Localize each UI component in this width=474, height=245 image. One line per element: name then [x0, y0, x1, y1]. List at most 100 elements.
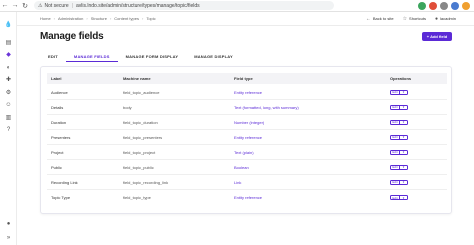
- chevron-down-icon[interactable]: ▾: [400, 179, 408, 185]
- star-icon: ☆: [402, 15, 408, 22]
- edit-button[interactable]: Edit: [390, 179, 400, 185]
- chevron-down-icon[interactable]: ▾: [400, 149, 408, 155]
- machine-name: field_topic_audience: [123, 89, 160, 95]
- table-row: Recording Link field_topic_recording_lin…: [47, 175, 447, 190]
- field-label: Duration: [51, 119, 67, 125]
- field-type-link[interactable]: Text (formatted, long, with summary): [234, 105, 299, 110]
- field-type-link[interactable]: Entity reference: [234, 135, 262, 140]
- field-label: Details: [51, 104, 64, 110]
- reload-icon[interactable]: ↻: [20, 1, 30, 11]
- tab-edit[interactable]: EDIT: [40, 51, 66, 62]
- breadcrumb-item[interactable]: Content types: [114, 16, 139, 21]
- operations: Edit ▾: [390, 89, 408, 95]
- field-type-link[interactable]: Number (integer): [234, 120, 264, 125]
- table-row: Duration field_topic_duration Number (in…: [47, 115, 447, 130]
- header-operations: Operations: [390, 76, 412, 81]
- config-icon[interactable]: ⚙: [5, 89, 12, 96]
- breadcrumb-item[interactable]: Home: [40, 16, 51, 21]
- people-icon[interactable]: ☺: [5, 101, 12, 108]
- extension-icon[interactable]: [440, 1, 448, 10]
- content-icon[interactable]: ▤: [5, 39, 12, 46]
- structure-icon[interactable]: ◆: [5, 51, 12, 58]
- table-row: Project field_topic_project Text (plain)…: [47, 145, 447, 160]
- chevron-down-icon[interactable]: ▾: [400, 104, 408, 110]
- breadcrumb-item[interactable]: Structure: [91, 16, 107, 21]
- table-row: Audience field_topic_audience Entity ref…: [47, 85, 447, 100]
- admin-sidebar: 💧 ▤ ◆ ◐ ✚ ⚙ ☺ ▥ ? ● »: [0, 12, 17, 245]
- profile-avatar[interactable]: [462, 1, 470, 10]
- shortcuts-link[interactable]: ☆ Shortcuts: [403, 16, 426, 22]
- header-field-type: Field type: [234, 76, 253, 81]
- edit-button[interactable]: Edit: [390, 104, 400, 110]
- edit-button[interactable]: Edit: [390, 119, 400, 125]
- forward-arrow-icon[interactable]: →: [10, 1, 20, 11]
- extension-icon[interactable]: [418, 1, 426, 10]
- table-row: Topic Type field_topic_type Entity refer…: [47, 190, 447, 205]
- breadcrumb-item[interactable]: Topic: [146, 16, 155, 21]
- collapse-icon[interactable]: »: [5, 234, 12, 241]
- chevron-down-icon[interactable]: ▾: [400, 134, 408, 140]
- appearance-icon[interactable]: ◐: [5, 64, 12, 71]
- edit-button[interactable]: Edit: [390, 89, 400, 95]
- drupal-logo-icon[interactable]: 💧: [5, 21, 12, 28]
- operations: Edit ▾: [390, 104, 408, 110]
- table-row: Presenters field_topic_presenters Entity…: [47, 130, 447, 145]
- admin-topbar: Home › Administration › Structure › Cont…: [17, 12, 474, 26]
- security-label: Not secure: [44, 2, 69, 9]
- tab-manage-fields[interactable]: MANAGE FIELDS: [65, 51, 118, 62]
- edit-button[interactable]: Edit: [390, 164, 400, 170]
- edit-button[interactable]: Edit: [390, 134, 400, 140]
- chevron-down-icon[interactable]: ▾: [400, 89, 408, 95]
- shortcuts-label: Shortcuts: [409, 16, 426, 21]
- back-to-site-link[interactable]: ← Back to site: [366, 16, 394, 22]
- breadcrumb-divider: ›: [141, 16, 144, 21]
- chevron-down-icon[interactable]: ▾: [400, 195, 408, 200]
- machine-name: field_topic_presenters: [123, 134, 163, 140]
- back-to-site-label: Back to site: [372, 16, 394, 21]
- chevron-down-icon[interactable]: ▾: [400, 119, 408, 125]
- chevron-down-icon[interactable]: ▾: [400, 164, 408, 170]
- extension-icon[interactable]: [451, 1, 459, 10]
- field-type-link[interactable]: Entity reference: [234, 195, 262, 200]
- edit-button[interactable]: Edit: [390, 149, 400, 155]
- user-icon: ●: [434, 15, 438, 22]
- operations: Edit ▾: [390, 164, 408, 170]
- breadcrumb-divider: ›: [53, 16, 56, 21]
- user-icon[interactable]: ●: [5, 220, 12, 227]
- tabs: EDIT MANAGE FIELDS MANAGE FORM DISPLAY M…: [40, 51, 241, 62]
- table-row: Public field_topic_public Boolean Edit ▾: [47, 160, 447, 175]
- address-divider: |: [71, 2, 73, 9]
- reports-icon[interactable]: ▥: [5, 114, 12, 121]
- user-menu[interactable]: ● lacadmin: [435, 16, 456, 22]
- machine-name: field_topic_public: [123, 164, 154, 170]
- user-name: lacadmin: [439, 16, 456, 21]
- warning-icon: ⚠: [38, 2, 43, 9]
- field-type-link[interactable]: Boolean: [234, 165, 249, 170]
- machine-name: field_topic_recording_link: [123, 179, 169, 185]
- field-type-link[interactable]: Entity reference: [234, 90, 262, 95]
- address-bar[interactable]: ⚠ Not secure | avlis.lndo.site/admin/str…: [34, 1, 334, 10]
- extension-icon[interactable]: [429, 1, 437, 10]
- tab-manage-form-display[interactable]: MANAGE FORM DISPLAY: [118, 51, 187, 62]
- help-icon[interactable]: ?: [5, 126, 12, 133]
- field-label: Topic Type: [51, 195, 71, 200]
- edit-button[interactable]: Edit: [390, 195, 400, 200]
- back-arrow-icon[interactable]: ←: [0, 1, 10, 11]
- arrow-left-icon: ←: [365, 15, 371, 22]
- add-field-button[interactable]: + Add field: [422, 32, 452, 41]
- field-label: Recording Link: [51, 179, 78, 185]
- machine-name: body: [123, 104, 132, 110]
- machine-name: field_topic_project: [123, 149, 156, 155]
- field-type-link[interactable]: Text (plain): [234, 150, 254, 155]
- breadcrumb-item[interactable]: Administration: [58, 16, 83, 21]
- url-text: avlis.lndo.site/admin/structure/types/ma…: [75, 2, 200, 9]
- field-label: Public: [51, 164, 62, 170]
- field-label: Audience: [51, 89, 68, 95]
- operations: Edit ▾: [390, 179, 408, 185]
- extend-icon[interactable]: ✚: [5, 76, 12, 83]
- table-header: Label Machine name Field type Operations: [47, 73, 447, 84]
- field-type-link[interactable]: Link: [234, 180, 241, 185]
- field-label: Project: [51, 149, 64, 155]
- breadcrumb: Home › Administration › Structure › Cont…: [17, 16, 156, 21]
- tab-manage-display[interactable]: MANAGE DISPLAY: [186, 51, 241, 62]
